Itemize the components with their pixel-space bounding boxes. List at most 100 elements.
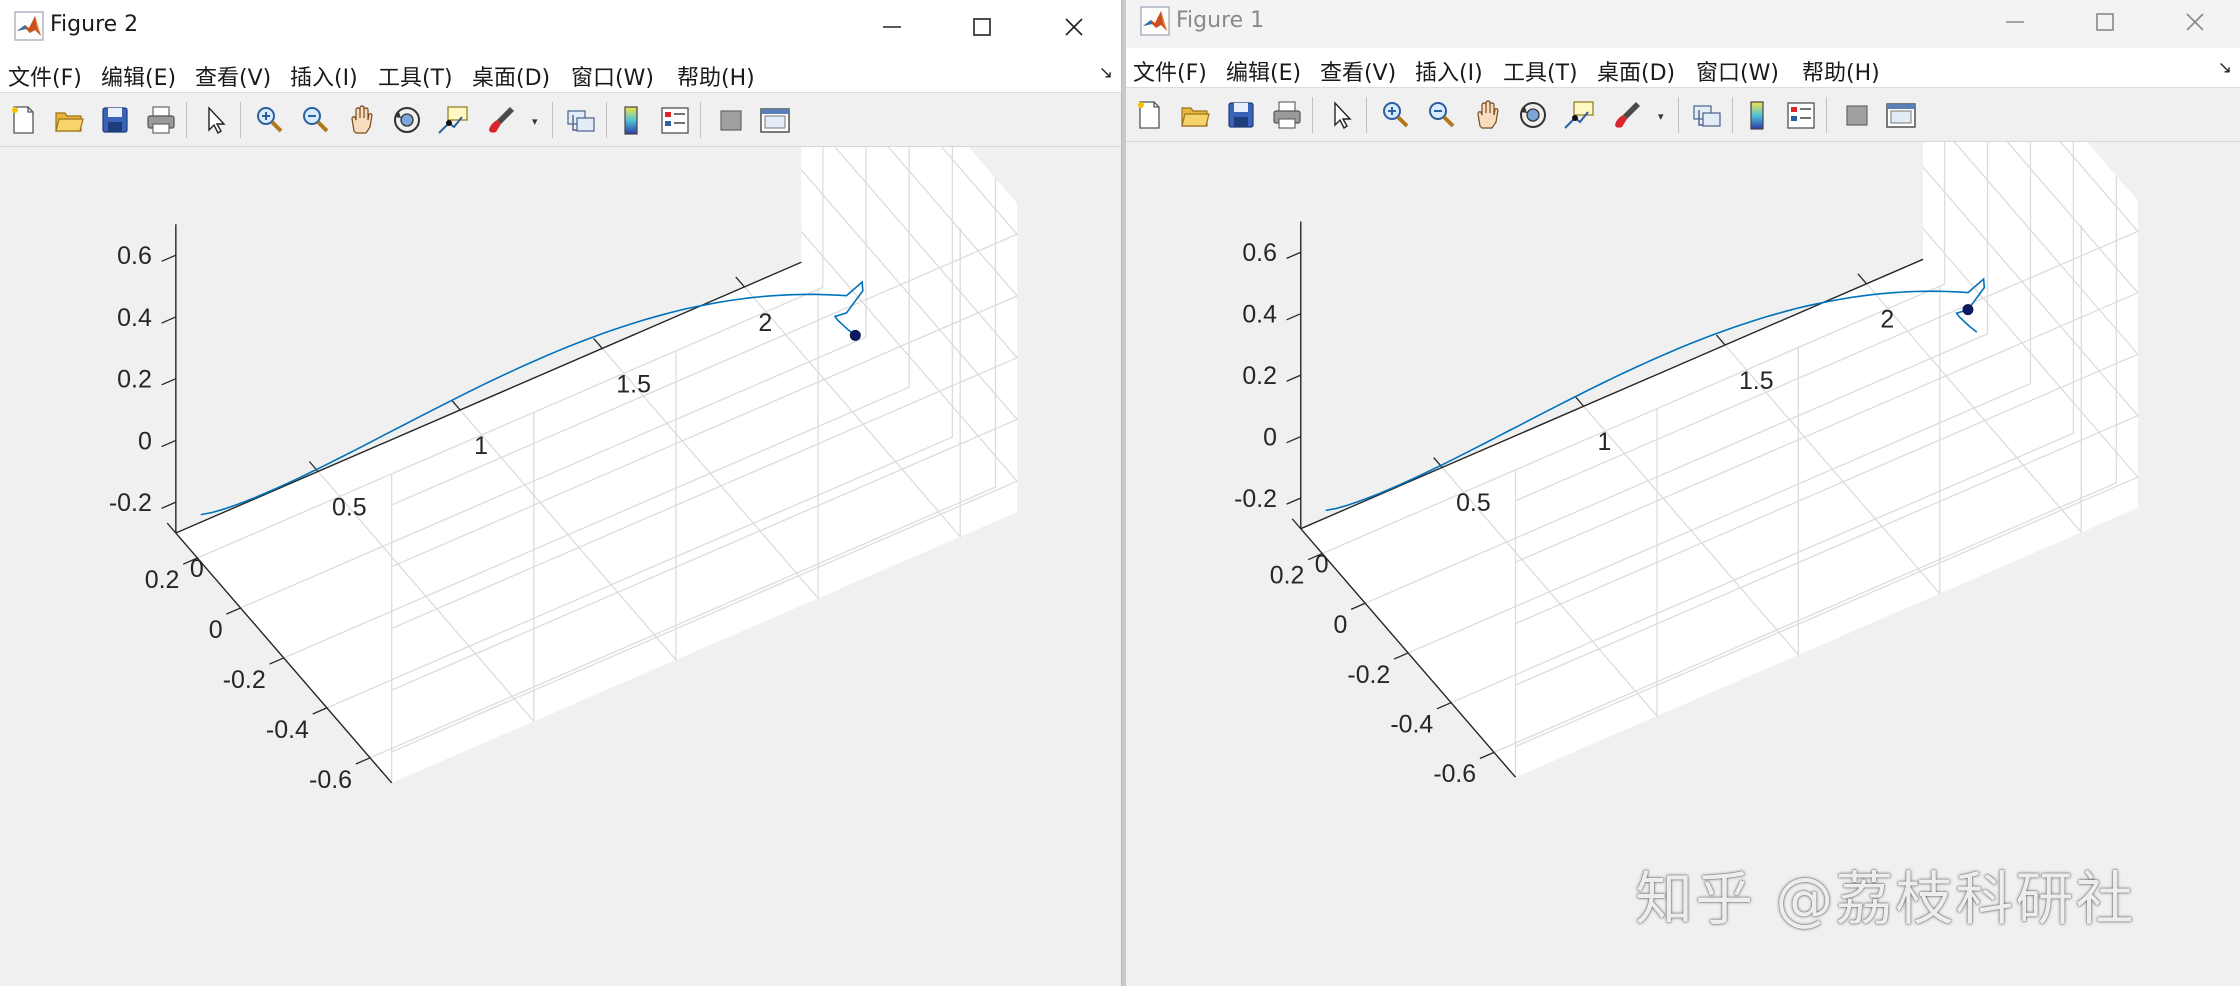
zoom-out-button[interactable] — [1422, 96, 1460, 134]
matlab-logo-icon — [14, 11, 44, 41]
x-tick — [593, 338, 603, 349]
rotate-3d-button[interactable] — [1514, 96, 1552, 134]
close-button[interactable] — [1028, 0, 1120, 53]
data-cursor-button[interactable] — [434, 101, 472, 139]
menu-window[interactable]: 窗口(W) — [1696, 55, 1779, 87]
y-tick — [1436, 702, 1452, 710]
hide-plot-tools-button[interactable] — [1838, 96, 1876, 134]
maximize-icon — [2096, 12, 2114, 31]
link-plot-button[interactable] — [1688, 96, 1726, 134]
menu-file[interactable]: 文件(F) — [1133, 55, 1207, 87]
show-plot-tools-button[interactable] — [756, 101, 794, 139]
y-tick-label: -0.2 — [1347, 662, 1390, 689]
brush-dropdown[interactable]: ▾ — [1658, 110, 1670, 123]
brush-icon — [1615, 102, 1640, 128]
x-tick — [1291, 518, 1302, 530]
save-button[interactable] — [1222, 96, 1260, 134]
pan-button[interactable] — [1468, 96, 1506, 134]
zoom-in-button[interactable] — [250, 101, 288, 139]
print-icon — [1273, 101, 1301, 129]
open-file-button[interactable] — [50, 101, 88, 139]
figure-toolbar: ▾ — [0, 93, 1121, 147]
edit-plot-button[interactable] — [196, 101, 234, 139]
brush-button[interactable] — [482, 101, 520, 139]
new-figure-icon — [1138, 101, 1160, 129]
z-tick — [161, 501, 177, 509]
watermark-text: 知乎 @荔枝科研社 — [1635, 865, 2136, 933]
z-tick-label: -0.2 — [109, 489, 152, 517]
z-tick-label: 0.6 — [1242, 240, 1277, 267]
window-title: Figure 2 — [50, 12, 139, 37]
dock-arrow-icon[interactable]: ↘ — [1099, 63, 1113, 83]
maximize-icon — [973, 17, 991, 36]
toolbar-separator — [1366, 97, 1367, 133]
minimize-button[interactable] — [1969, 0, 2061, 48]
menu-tools[interactable]: 工具(T) — [378, 60, 453, 92]
maximize-button[interactable] — [936, 0, 1028, 53]
dock-arrow-icon[interactable]: ↘ — [2218, 58, 2232, 78]
minimize-button[interactable] — [846, 0, 938, 53]
menu-edit[interactable]: 编辑(E) — [1226, 55, 1301, 87]
matlab-logo-icon — [1140, 6, 1170, 36]
edit-plot-button[interactable] — [1322, 96, 1360, 134]
toolbar-separator — [240, 102, 241, 138]
zoom-out-button[interactable] — [296, 101, 334, 139]
save-button[interactable] — [96, 101, 134, 139]
zoom-in-button[interactable] — [1376, 96, 1414, 134]
title-bar[interactable]: Figure 2 — [0, 0, 1121, 53]
menu-edit[interactable]: 编辑(E) — [101, 60, 176, 92]
menu-window[interactable]: 窗口(W) — [571, 60, 654, 92]
toolbar-separator — [606, 102, 607, 138]
save-icon — [1228, 102, 1254, 128]
menu-insert[interactable]: 插入(I) — [1415, 55, 1483, 87]
x-tick-label: 0.5 — [1456, 490, 1491, 517]
title-bar[interactable]: Figure 1 — [1126, 0, 2240, 53]
data-cursor-button[interactable] — [1560, 96, 1598, 134]
x-tick — [1715, 334, 1726, 346]
toolbar-separator — [186, 102, 187, 138]
menu-help[interactable]: 帮助(H) — [677, 60, 755, 92]
zoom-in-icon — [1383, 102, 1409, 128]
menu-view[interactable]: 查看(V) — [195, 60, 271, 92]
link-plot-button[interactable] — [562, 101, 600, 139]
x-tick — [1574, 395, 1585, 407]
hide-plot-tools-button[interactable] — [712, 101, 750, 139]
menu-insert[interactable]: 插入(I) — [290, 60, 358, 92]
hide-plot-tools-icon — [1846, 105, 1868, 126]
rotate-3d-button[interactable] — [388, 101, 426, 139]
insert-colorbar-button[interactable] — [1738, 96, 1776, 134]
z-tick — [161, 254, 177, 262]
insert-legend-button[interactable] — [656, 101, 694, 139]
brush-icon — [489, 107, 514, 133]
z-tick — [161, 439, 177, 448]
close-icon — [2186, 12, 2204, 31]
y-tick — [226, 607, 241, 615]
y-tick — [1393, 652, 1409, 660]
print-button[interactable] — [142, 101, 180, 139]
insert-legend-button[interactable] — [1782, 96, 1820, 134]
menu-file[interactable]: 文件(F) — [8, 60, 82, 92]
open-file-button[interactable] — [1176, 96, 1214, 134]
close-button[interactable] — [2149, 0, 2240, 48]
insert-colorbar-button[interactable] — [612, 101, 650, 139]
show-plot-tools-button[interactable] — [1882, 96, 1920, 134]
menu-view[interactable]: 查看(V) — [1320, 55, 1396, 87]
print-button[interactable] — [1268, 96, 1306, 134]
new-figure-button[interactable] — [4, 101, 42, 139]
zoom-in-icon — [257, 107, 283, 133]
menu-tools[interactable]: 工具(T) — [1503, 55, 1578, 87]
z-tick — [1286, 251, 1302, 259]
z-tick-label: 0.6 — [117, 242, 152, 270]
menu-help[interactable]: 帮助(H) — [1802, 55, 1880, 87]
y-tick-label: -0.4 — [1390, 711, 1433, 738]
new-figure-button[interactable] — [1130, 96, 1168, 134]
toolbar-separator — [1732, 97, 1733, 133]
pan-button[interactable] — [342, 101, 380, 139]
menu-desktop[interactable]: 桌面(D) — [1597, 55, 1675, 87]
menu-desktop[interactable]: 桌面(D) — [472, 60, 550, 92]
maximize-button[interactable] — [2059, 0, 2151, 48]
brush-button[interactable] — [1608, 96, 1646, 134]
axes-3d[interactable]: 00.511.520.20-0.2-0.4-0.60.60.40.20-0.2 — [0, 147, 1121, 986]
y-tick-label: 0.2 — [1270, 562, 1305, 589]
brush-dropdown[interactable]: ▾ — [532, 115, 544, 128]
